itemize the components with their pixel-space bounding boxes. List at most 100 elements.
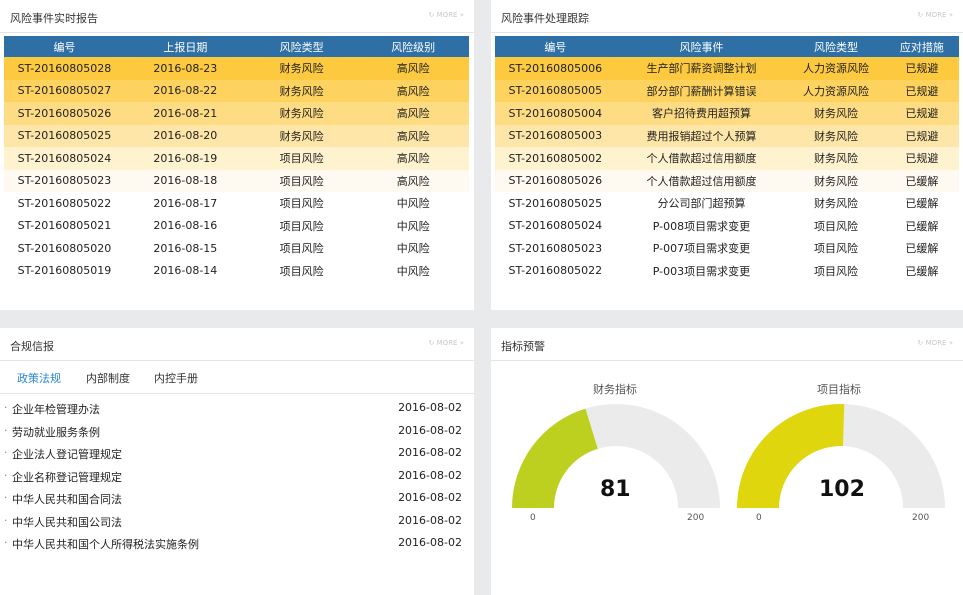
tab-internal-rules[interactable]: 内部制度: [86, 370, 130, 386]
table-row[interactable]: ST-20160805022 P-003项目需求变更 项目风险 已缓解: [495, 259, 959, 282]
list-item[interactable]: · 企业年检管理办法 2016-08-02: [0, 397, 474, 420]
table-cell: 已规避: [905, 62, 939, 76]
more-link[interactable]: ↻ MORE »: [429, 339, 464, 347]
table-cell: ST-20160805026: [508, 174, 603, 188]
compliance-header: 合规信报 ↻ MORE »: [0, 328, 474, 361]
column-header: 编号: [4, 36, 125, 57]
table-cell: 已规避: [905, 84, 939, 98]
table-cell: 2016-08-19: [153, 151, 218, 165]
table-cell: P-003项目需求变更: [652, 264, 751, 278]
list-item[interactable]: · 中华人民共和国合同法 2016-08-02: [0, 487, 474, 510]
list-item[interactable]: · 中华人民共和国个人所得税法实施条例 2016-08-02: [0, 532, 474, 555]
table-cell: P-007项目需求变更: [652, 242, 751, 256]
gauge-max-project: 200: [912, 513, 930, 523]
column-header: 风险事件: [615, 36, 788, 57]
column-header: 编号: [495, 36, 616, 57]
table-cell: ST-20160805021: [17, 219, 112, 233]
list-item-title[interactable]: 劳动就业服务条例: [12, 424, 100, 440]
risk-tracking-title: 风险事件处理跟踪: [501, 12, 589, 25]
table-cell: 分公司部门超预算: [657, 197, 746, 211]
table-cell: 人力资源风险: [803, 62, 870, 76]
table-cell: 2016-08-16: [153, 219, 218, 233]
tab-policy[interactable]: 政策法规: [17, 370, 61, 386]
table-cell: 高风险: [396, 129, 430, 143]
table-row[interactable]: ST-20160805025 2016-08-20 财务风险 高风险: [4, 124, 469, 147]
tab-control-manual[interactable]: 内控手册: [154, 370, 198, 386]
more-link[interactable]: ↻ MORE »: [918, 339, 953, 347]
list-item[interactable]: · 企业名称登记管理规定 2016-08-02: [0, 465, 474, 488]
gauge-label-finance: 财务指标: [593, 383, 637, 396]
table-cell: 已规避: [905, 129, 939, 143]
table-row[interactable]: ST-20160805004 客户招待费用超预算 财务风险 已规避: [495, 102, 959, 125]
table-row[interactable]: ST-20160805024 2016-08-19 项目风险 高风险: [4, 147, 469, 170]
table-cell: ST-20160805026: [17, 106, 112, 120]
table-cell: 高风险: [396, 62, 430, 76]
gauge-value-project: 102: [819, 477, 865, 502]
table-row[interactable]: ST-20160805002 个人借款超过信用额度 财务风险 已规避: [495, 147, 959, 170]
bullet-icon: ·: [4, 401, 8, 414]
table-row[interactable]: ST-20160805026 2016-08-21 财务风险 高风险: [4, 102, 469, 125]
list-item[interactable]: · 企业法人登记管理规定 2016-08-02: [0, 442, 474, 465]
gauge-fill: [512, 408, 598, 508]
gauge-max-finance: 200: [687, 513, 705, 523]
table-cell: 2016-08-18: [153, 174, 218, 188]
more-link[interactable]: ↻ MORE »: [918, 11, 953, 19]
bullet-icon: ·: [4, 536, 8, 549]
table-cell: 项目风险: [279, 219, 324, 233]
table-cell: 中风险: [396, 219, 430, 233]
list-item-title[interactable]: 企业年检管理办法: [12, 401, 100, 417]
risk-tracking-header: 风险事件处理跟踪 ↻ MORE »: [491, 0, 963, 33]
table-cell: ST-20160805024: [17, 151, 112, 165]
table-cell: 2016-08-15: [153, 241, 218, 255]
indicators-panel: 指标预警 ↻ MORE » 财务指标 81 0 200 项目指标 102 0 2…: [491, 328, 963, 595]
table-row[interactable]: ST-20160805024 P-008项目需求变更 项目风险 已缓解: [495, 214, 959, 237]
table-row[interactable]: ST-20160805021 2016-08-16 项目风险 中风险: [4, 214, 469, 237]
table-row[interactable]: ST-20160805003 费用报销超过个人预算 财务风险 已规避: [495, 124, 959, 147]
risk-report-panel: 风险事件实时报告 ↻ MORE » 编号 上报日期 风险类型 风险级别 ST-2016…: [0, 0, 474, 310]
table-row[interactable]: ST-20160805020 2016-08-15 项目风险 中风险: [4, 237, 469, 260]
list-item-title[interactable]: 中华人民共和国个人所得税法实施条例: [12, 536, 199, 552]
table-cell: 中风险: [396, 197, 430, 211]
table-row[interactable]: ST-20160805022 2016-08-17 项目风险 中风险: [4, 192, 469, 215]
table-cell: 项目风险: [814, 242, 859, 256]
list-item-title[interactable]: 企业法人登记管理规定: [12, 446, 122, 462]
table-cell: 项目风险: [814, 264, 859, 278]
list-item-title[interactable]: 企业名称登记管理规定: [12, 469, 122, 485]
list-item-date: 2016-08-02: [398, 513, 462, 527]
list-item[interactable]: · 中华人民共和国公司法 2016-08-02: [0, 510, 474, 533]
table-cell: ST-20160805022: [17, 196, 112, 210]
list-item-date: 2016-08-02: [398, 446, 462, 459]
table-cell: 中风险: [396, 264, 430, 278]
table-row[interactable]: ST-20160805026 个人借款超过信用额度 财务风险 已缓解: [495, 169, 959, 192]
more-link[interactable]: ↻ MORE »: [429, 11, 464, 19]
table-cell: 已规避: [905, 107, 939, 121]
bullet-icon: ·: [4, 491, 8, 504]
list-item-date: 2016-08-02: [398, 491, 462, 504]
table-row[interactable]: ST-20160805027 2016-08-22 财务风险 高风险: [4, 79, 469, 102]
table-row[interactable]: ST-20160805023 P-007项目需求变更 项目风险 已缓解: [495, 237, 959, 260]
table-cell: ST-20160805004: [508, 106, 603, 120]
table-row[interactable]: ST-20160805028 2016-08-23 财务风险 高风险: [4, 57, 469, 80]
table-row[interactable]: ST-20160805025 分公司部门超预算 财务风险 已缓解: [495, 192, 959, 215]
table-cell: 财务风险: [814, 129, 859, 143]
table-cell: ST-20160805028: [17, 61, 112, 75]
table-row[interactable]: ST-20160805019 2016-08-14 项目风险 中风险: [4, 259, 469, 282]
bullet-icon: ·: [4, 423, 8, 437]
table-cell: ST-20160805023: [17, 174, 112, 188]
table-cell: 项目风险: [814, 219, 859, 233]
table-cell: 2016-08-22: [153, 84, 218, 98]
risk-report-table: 编号 上报日期 风险类型 风险级别 ST-20160805028 2016-08-23 财…: [4, 36, 469, 282]
table-row[interactable]: ST-20160805023 2016-08-18 项目风险 高风险: [4, 169, 469, 192]
table-cell: 中风险: [396, 242, 430, 256]
table-cell: ST-20160805022: [508, 264, 603, 278]
table-row[interactable]: ST-20160805006 生产部门薪资调整计划 人力资源风险 已规避: [495, 57, 959, 80]
list-item-date: 2016-08-02: [398, 423, 462, 437]
table-cell: 费用报销超过个人预算: [646, 129, 757, 143]
list-item-title[interactable]: 中华人民共和国公司法: [12, 514, 122, 530]
column-header: 风险类型: [787, 36, 885, 57]
list-item[interactable]: · 劳动就业服务条例 2016-08-02: [0, 420, 474, 443]
table-row[interactable]: ST-20160805005 部分部门薪酬计算错误 人力资源风险 已规避: [495, 79, 959, 102]
table-cell: 项目风险: [279, 264, 324, 278]
compliance-panel: 合规信报 ↻ MORE » 政策法规 内部制度 内控手册 · 企业年检管理办法 20…: [0, 328, 474, 595]
list-item-title[interactable]: 中华人民共和国合同法: [12, 491, 122, 507]
